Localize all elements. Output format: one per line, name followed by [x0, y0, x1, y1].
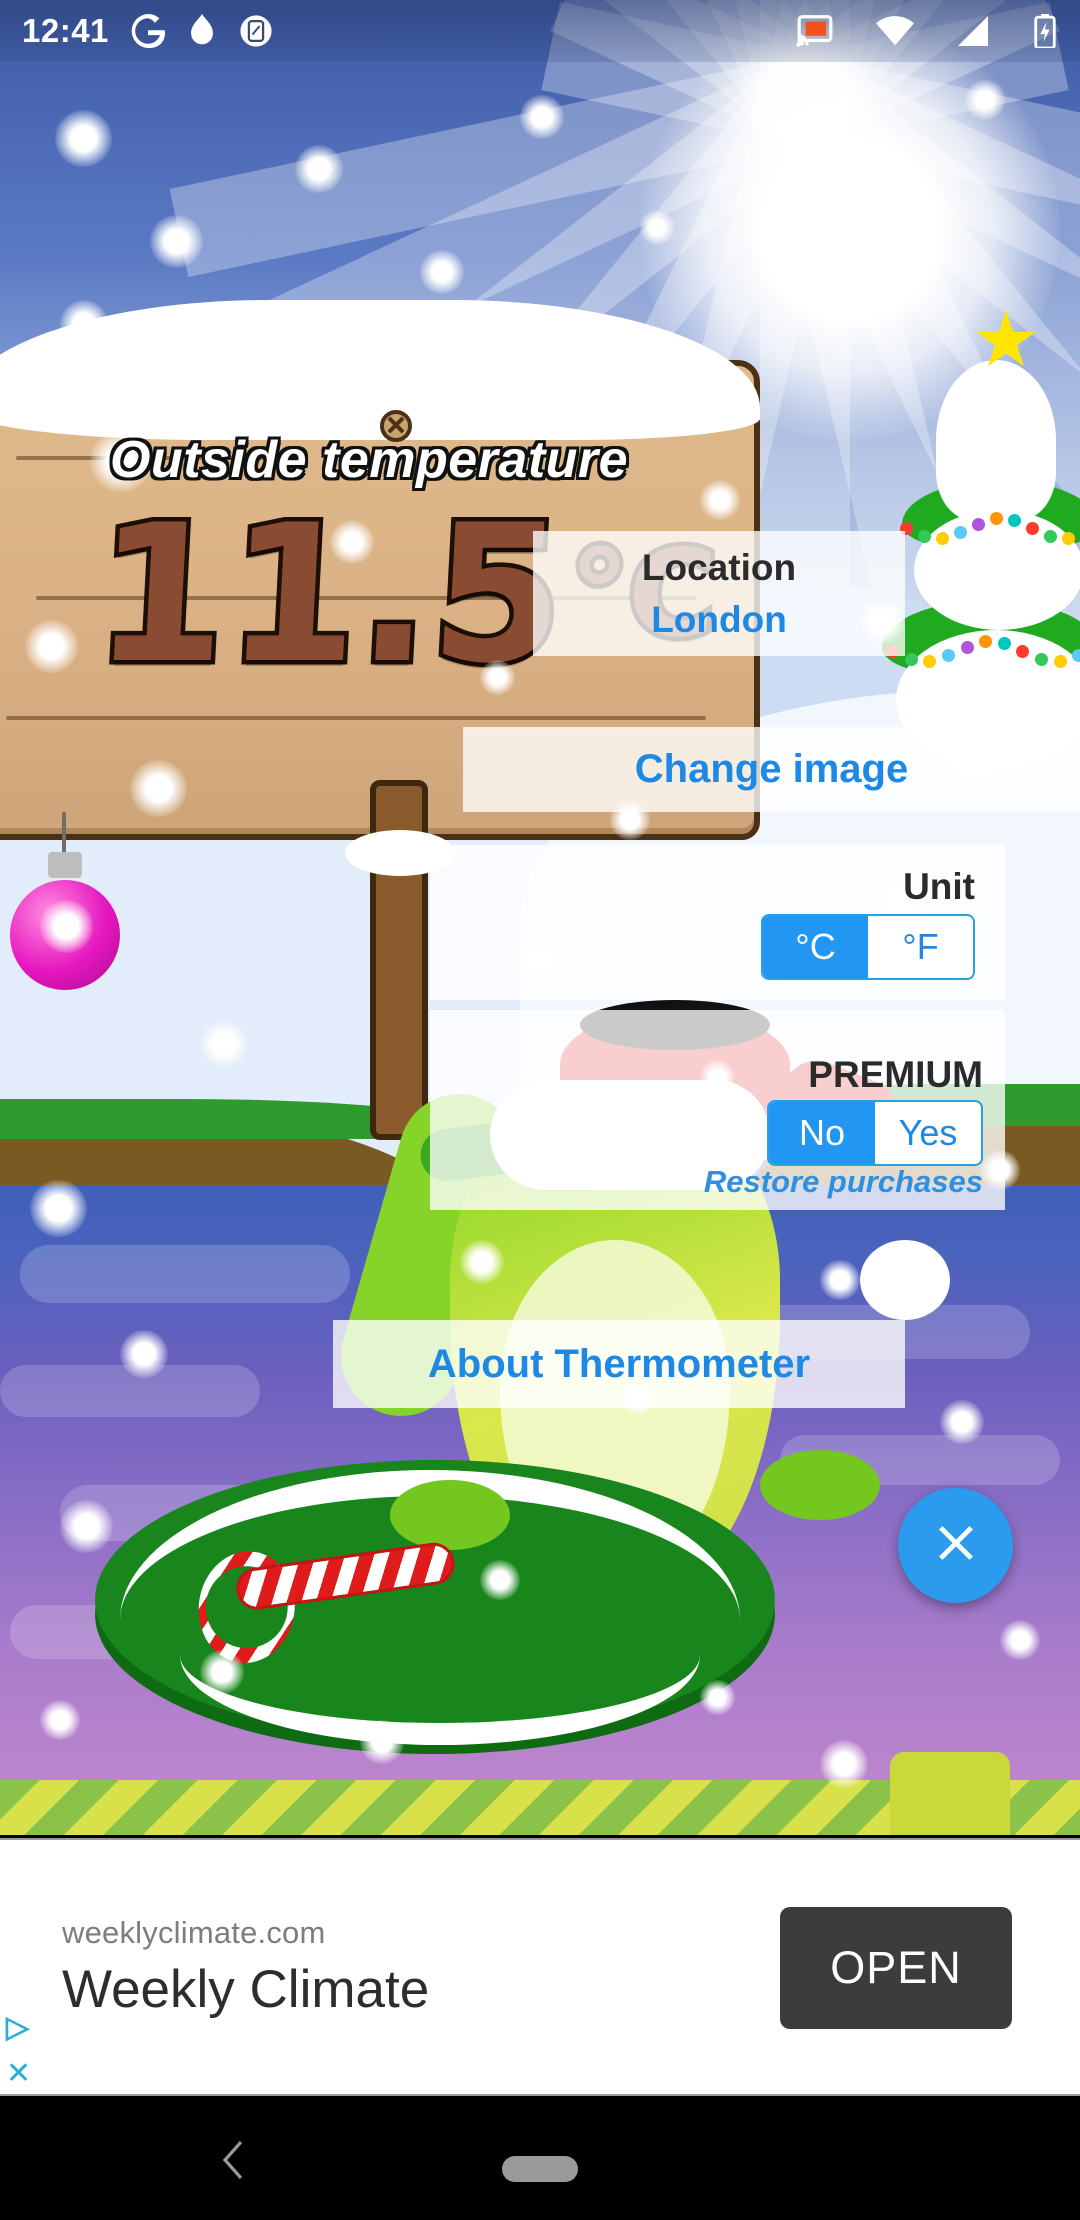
cast-icon [796, 15, 834, 47]
snowflake [520, 95, 564, 139]
ad-info-icon[interactable]: ▷ [6, 2010, 29, 2045]
snowflake [25, 620, 78, 673]
ad-domain: weeklyclimate.com [62, 1914, 326, 1950]
location-setting[interactable]: Location London [533, 531, 905, 656]
ad-open-button[interactable]: OPEN [780, 1907, 1012, 2029]
snowflake [200, 1650, 244, 1694]
about-thermometer-button[interactable]: About Thermometer [333, 1320, 905, 1408]
unit-option-fahrenheit[interactable]: °F [868, 916, 973, 978]
water-wave [20, 1245, 350, 1303]
tree-light [1044, 529, 1057, 543]
tree-light [1035, 652, 1049, 666]
tree-snow [914, 510, 1080, 630]
snowflake [820, 1260, 860, 1300]
google-icon [131, 14, 165, 48]
change-image-button[interactable]: Change image [463, 727, 1080, 812]
tree-light [904, 652, 918, 666]
frog-hand-right [760, 1450, 880, 1520]
snowflake [700, 480, 740, 520]
close-settings-fab[interactable] [898, 1488, 1013, 1603]
tree-light [1062, 531, 1075, 545]
tree-light [997, 637, 1011, 651]
snowflake [965, 80, 1005, 120]
home-pill-icon[interactable] [502, 2156, 578, 2182]
snowflake [330, 520, 374, 564]
premium-setting: PREMIUM No Yes Restore purchases [430, 1010, 1005, 1210]
snowflake [360, 1720, 404, 1764]
tree-light [972, 517, 985, 531]
unit-setting: Unit °C °F [430, 845, 1005, 1000]
tree-light [1053, 654, 1067, 668]
premium-toggle[interactable]: No Yes [767, 1100, 983, 1166]
snowflake [480, 1560, 520, 1600]
change-image-label: Change image [634, 747, 909, 791]
snowflake [940, 1400, 984, 1444]
navigation-bar [0, 2096, 1080, 2220]
flame-icon [187, 14, 217, 48]
snowflake [150, 215, 203, 268]
snowflake [460, 1240, 504, 1284]
premium-label: PREMIUM [808, 1054, 983, 1095]
snowflake [55, 110, 113, 168]
snowflake [30, 1180, 88, 1238]
premium-option-yes[interactable]: Yes [875, 1102, 981, 1164]
ad-text-block: weeklyclimate.com Weekly Climate [62, 1915, 429, 2020]
signal-icon [956, 16, 990, 46]
snowflake [40, 900, 93, 953]
strip-marker [890, 1752, 1010, 1835]
unit-toggle[interactable]: °C °F [761, 913, 975, 980]
tree-light [936, 531, 949, 545]
ad-close-icon[interactable]: ✕ [6, 2056, 31, 2091]
phone-screen: 11.5 °C Outside temperature 12:41 [0, 0, 1080, 2220]
tree-snow [936, 360, 1056, 520]
unit-option-celsius[interactable]: °C [763, 915, 868, 978]
wifi-icon [876, 16, 914, 46]
page-title: Outside temperature [110, 431, 629, 489]
about-label: About Thermometer [427, 1341, 811, 1386]
restore-purchases-link[interactable]: Restore purchases [704, 1164, 983, 1200]
status-bar: 12:41 [0, 0, 1080, 62]
bauble-cap [48, 852, 82, 878]
ad-banner[interactable]: weeklyclimate.com Weekly Climate OPEN ▷ … [0, 1838, 1080, 2096]
snowflake [420, 250, 464, 294]
tree-light [1072, 649, 1080, 663]
close-icon [927, 1514, 985, 1577]
location-value[interactable]: London [651, 599, 787, 641]
snowflake [1000, 1620, 1040, 1660]
snowflake [60, 1500, 113, 1553]
unit-label: Unit [903, 865, 975, 907]
battery-charging-icon [1032, 14, 1058, 48]
tree-light [960, 640, 974, 654]
snowflake [800, 160, 840, 200]
tree-light [918, 529, 931, 543]
tree-light [923, 654, 937, 668]
screenshot-icon [239, 14, 273, 48]
location-label: Location [641, 546, 797, 588]
santa-hat-pom [860, 1240, 950, 1320]
snowflake [130, 760, 188, 818]
status-bar-clock: 12:41 [22, 12, 109, 49]
back-chevron-icon[interactable] [220, 2140, 246, 2180]
ad-title: Weekly Climate [62, 1959, 430, 2019]
premium-option-no[interactable]: No [769, 1102, 875, 1164]
snowflake [40, 1700, 80, 1740]
